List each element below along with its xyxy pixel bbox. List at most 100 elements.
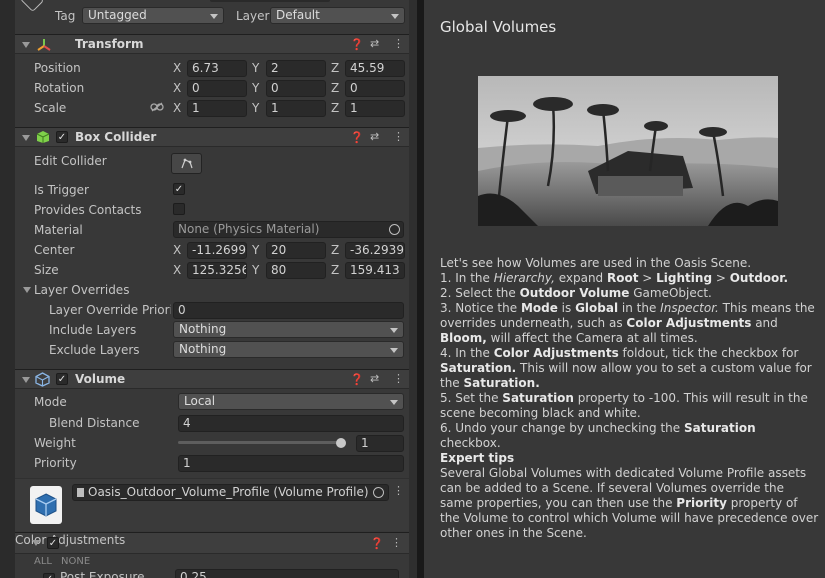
scale-z-axis-label[interactable]: Z <box>331 101 339 115</box>
kebab-menu-icon[interactable]: ⋮ <box>393 130 404 143</box>
center-x-field[interactable]: -11.26997 <box>187 242 247 259</box>
volume-enabled-checkbox[interactable]: ✓ <box>56 373 68 385</box>
tag-label: Tag <box>55 9 76 23</box>
include-layers-dropdown[interactable]: Nothing <box>173 321 404 338</box>
material-label: Material <box>34 223 83 237</box>
weight-slider-thumb[interactable] <box>336 438 346 448</box>
position-y-axis-label[interactable]: Y <box>252 61 259 75</box>
size-x-field[interactable]: 125.3256 <box>187 262 247 279</box>
scale-label: Scale <box>34 101 67 115</box>
color-adjustments-enabled-checkbox[interactable]: ✓ <box>47 537 59 549</box>
layer-label: Layer <box>236 9 270 23</box>
tutorial-step-2: 2. Select the Outdoor Volume GameObject. <box>440 286 712 300</box>
rotation-z-axis-label[interactable]: Z <box>331 81 339 95</box>
box-collider-icon <box>36 131 50 143</box>
layer-override-priority-field[interactable]: 0 <box>173 302 404 319</box>
all-toggle[interactable]: ALL <box>34 556 52 567</box>
rotation-x-axis-label[interactable]: X <box>173 81 181 95</box>
help-icon[interactable]: ❓ <box>350 131 364 144</box>
scale-y-axis-label[interactable]: Y <box>252 101 259 115</box>
exclude-layers-label: Exclude Layers <box>49 343 140 357</box>
gameobject-name-field[interactable] <box>210 0 330 2</box>
help-icon[interactable]: ❓ <box>350 38 364 51</box>
center-y-field[interactable]: 20 <box>266 242 326 259</box>
position-y-field[interactable]: 2 <box>266 60 326 77</box>
object-picker-icon[interactable] <box>389 224 400 235</box>
center-z-axis-label[interactable]: Z <box>331 243 339 257</box>
none-toggle[interactable]: NONE <box>61 556 90 567</box>
post-exposure-override-checkbox[interactable]: ✓ <box>43 573 55 578</box>
kebab-menu-icon[interactable]: ⋮ <box>393 37 404 50</box>
box-collider-header[interactable]: ✓ Box Collider ❓ ⇄ ⋮ <box>15 127 409 147</box>
preset-sliders-icon[interactable]: ⇄ <box>370 37 379 50</box>
center-y-axis-label[interactable]: Y <box>252 243 259 257</box>
position-z-field[interactable]: 45.59 <box>345 60 405 77</box>
weight-field[interactable]: 1 <box>356 435 404 452</box>
scale-y-field[interactable]: 1 <box>266 100 326 117</box>
box-collider-enabled-checkbox[interactable]: ✓ <box>56 131 68 143</box>
size-z-axis-label[interactable]: Z <box>331 263 339 277</box>
rotation-z-field[interactable]: 0 <box>345 80 405 97</box>
tutorial-intro: Let's see how Volumes are used in the Oa… <box>440 256 752 270</box>
center-x-axis-label[interactable]: X <box>173 243 181 257</box>
transform-title: Transform <box>75 37 144 51</box>
is-trigger-checkbox[interactable]: ✓ <box>173 183 185 195</box>
kebab-menu-icon[interactable]: ⋮ <box>391 536 402 549</box>
foldout-arrow-icon[interactable] <box>22 135 30 141</box>
chevron-down-icon <box>390 400 398 405</box>
provides-contacts-checkbox[interactable] <box>173 203 185 215</box>
position-x-field[interactable]: 6.73 <box>187 60 247 77</box>
tag-dropdown[interactable]: Untagged <box>82 7 224 24</box>
volume-icon <box>35 372 50 387</box>
foldout-arrow-icon[interactable] <box>22 377 30 383</box>
help-icon[interactable]: ❓ <box>350 373 364 386</box>
exclude-layers-dropdown[interactable]: Nothing <box>173 341 404 358</box>
rotation-label: Rotation <box>34 81 85 95</box>
layer-dropdown[interactable]: Default <box>270 7 405 24</box>
panel-divider[interactable] <box>417 0 424 578</box>
edit-collider-button[interactable] <box>171 153 202 174</box>
priority-field[interactable]: 1 <box>178 455 404 472</box>
edit-collider-icon <box>181 158 193 169</box>
profile-object-field[interactable]: Oasis_Outdoor_Volume_Profile (Volume Pro… <box>72 484 389 501</box>
post-exposure-field[interactable]: 0.25 <box>175 569 399 578</box>
expert-tips-heading: Expert tips <box>440 451 515 465</box>
position-z-axis-label[interactable]: Z <box>331 61 339 75</box>
weight-slider[interactable] <box>178 436 350 450</box>
material-object-field[interactable]: None (Physics Material) <box>173 221 404 238</box>
position-label: Position <box>34 61 81 75</box>
blend-distance-field[interactable]: 4 <box>178 415 404 432</box>
size-x-axis-label[interactable]: X <box>173 263 181 277</box>
edit-collider-label: Edit Collider <box>34 154 107 168</box>
inspector-scrollbar[interactable] <box>409 0 417 578</box>
tutorial-step-3: 3. Notice the Mode is Global in the Insp… <box>440 301 815 345</box>
mode-dropdown[interactable]: Local <box>178 393 404 410</box>
center-z-field[interactable]: -36.2939 <box>345 242 405 259</box>
layer-overrides-label[interactable]: Layer Overrides <box>34 283 129 297</box>
foldout-arrow-icon[interactable] <box>22 42 30 48</box>
position-x-axis-label[interactable]: X <box>173 61 181 75</box>
constrain-proportions-icon[interactable] <box>150 102 164 112</box>
is-trigger-label: Is Trigger <box>34 183 89 197</box>
size-y-axis-label[interactable]: Y <box>252 263 259 277</box>
kebab-menu-icon[interactable]: ⋮ <box>393 372 404 385</box>
kebab-menu-icon[interactable]: ⋮ <box>393 484 404 497</box>
volume-header[interactable]: ✓ Volume ❓ ⇄ ⋮ <box>15 369 409 389</box>
scale-x-axis-label[interactable]: X <box>173 101 181 115</box>
rotation-x-field[interactable]: 0 <box>187 80 247 97</box>
object-picker-icon[interactable] <box>373 487 384 498</box>
preset-sliders-icon[interactable]: ⇄ <box>370 130 379 143</box>
scale-x-field[interactable]: 1 <box>187 100 247 117</box>
weight-slider-track[interactable] <box>178 441 346 444</box>
rotation-y-field[interactable]: 0 <box>266 80 326 97</box>
transform-header[interactable]: Transform ❓ ⇄ ⋮ <box>15 34 409 54</box>
color-adjustments-header[interactable]: ✓ Color Adjustments ❓ ⋮ <box>15 532 409 554</box>
help-icon[interactable]: ❓ <box>370 537 384 550</box>
foldout-arrow-icon[interactable] <box>32 540 40 546</box>
size-y-field[interactable]: 80 <box>266 262 326 279</box>
preset-sliders-icon[interactable]: ⇄ <box>370 372 379 385</box>
layer-overrides-foldout-icon[interactable] <box>23 287 31 293</box>
rotation-y-axis-label[interactable]: Y <box>252 81 259 95</box>
size-z-field[interactable]: 159.413 <box>345 262 405 279</box>
scale-z-field[interactable]: 1 <box>345 100 405 117</box>
